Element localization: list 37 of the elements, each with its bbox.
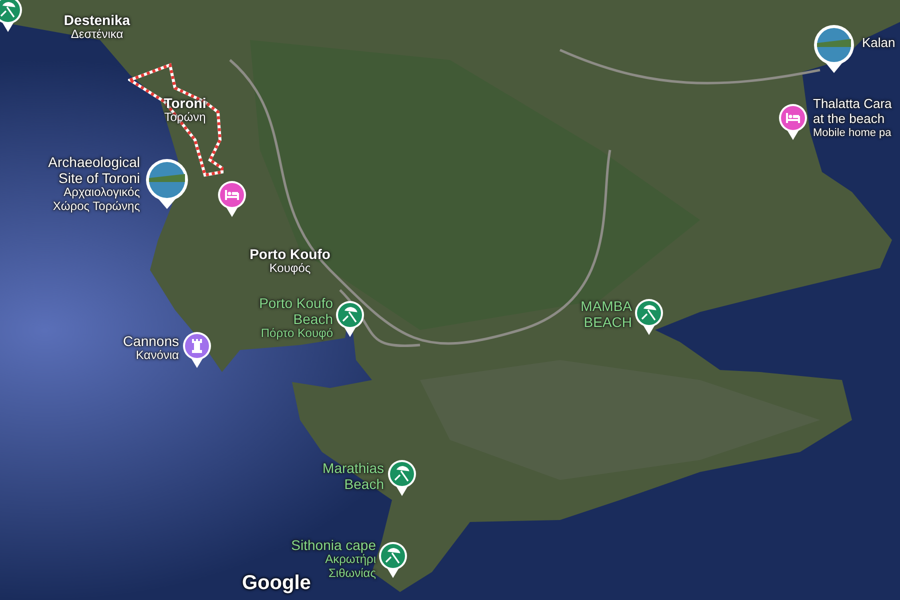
- landmark-pin[interactable]: [182, 331, 212, 369]
- beach-pin[interactable]: [634, 298, 664, 336]
- place-name: Archaeological Site of Toroni: [47, 154, 140, 186]
- place-name: Destenika: [62, 12, 132, 28]
- place-name: Porto Koufo: [248, 246, 332, 262]
- umbrella-icon: [641, 305, 656, 320]
- place-local-name: Ακρωτήρι Σιθωνίας: [324, 553, 376, 581]
- tower-icon: [192, 339, 202, 353]
- photo-pin[interactable]: [145, 158, 189, 210]
- bed-icon: [786, 113, 800, 123]
- place-category: Mobile home pa: [813, 126, 892, 140]
- photo-placeholder: [817, 28, 851, 62]
- bed-icon: [225, 190, 239, 200]
- place-name: Marathias Beach: [322, 460, 384, 492]
- photo-placeholder: [149, 162, 185, 198]
- place-local-name: Πόρτο Κουφό: [260, 327, 333, 341]
- place-local-name: Κανόνια: [134, 349, 179, 363]
- umbrella-icon: [342, 307, 358, 322]
- beach-pin[interactable]: [378, 541, 408, 579]
- place-local-name: Κουφός: [268, 262, 312, 276]
- hotel-pin[interactable]: [778, 103, 808, 141]
- place-name: Porto Koufo Beach: [258, 295, 333, 328]
- place-name: Sithonia cape: [290, 537, 376, 554]
- google-logo: Google: [242, 572, 311, 595]
- umbrella-icon: [0, 2, 16, 18]
- beach-pin[interactable]: [387, 459, 417, 497]
- place-name: Cannons: [122, 333, 179, 350]
- umbrella-icon: [394, 466, 410, 482]
- beach-pin[interactable]: [335, 300, 365, 338]
- place-name: MAMBA BEACH: [580, 298, 632, 330]
- place-local-name: Δεστένικα: [70, 28, 124, 42]
- photo-pin[interactable]: [813, 24, 855, 74]
- hotel-pin[interactable]: [217, 180, 247, 218]
- place-name: Kalan: [862, 36, 896, 51]
- place-local-name: Αρχαιολογικός Χώρος Τορώνης: [52, 186, 140, 214]
- umbrella-icon: [385, 548, 400, 564]
- place-name: Thalatta Cara at the beach: [813, 97, 893, 127]
